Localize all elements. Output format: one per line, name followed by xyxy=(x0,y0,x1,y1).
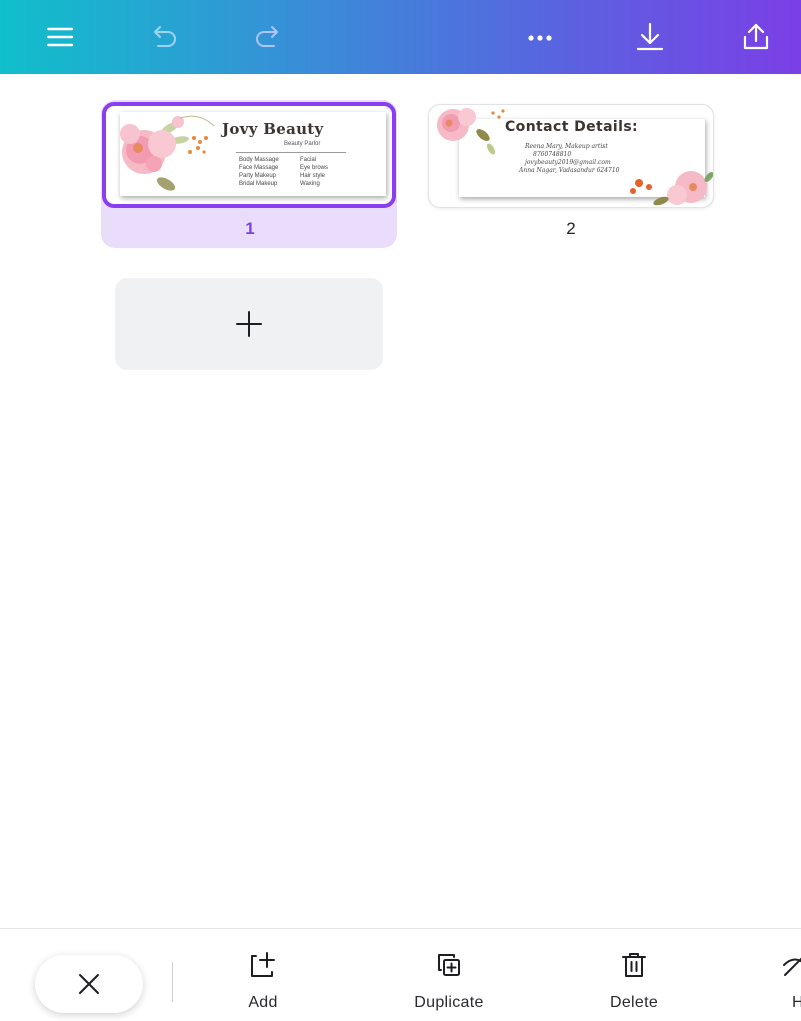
toolbar-separator xyxy=(172,962,173,1002)
service-list-right: Facial Eye brows Hair style Waxing xyxy=(300,156,328,188)
floral-decoration xyxy=(437,108,505,155)
close-icon xyxy=(79,974,99,994)
bottom-divider xyxy=(0,928,801,929)
add-button[interactable]: Add xyxy=(220,950,306,1012)
service-item: Party Makeup xyxy=(239,173,277,179)
card-title: Contact Details: xyxy=(505,119,639,135)
service-item: Eye brows xyxy=(300,165,329,171)
service-list-left: Body Massage Face Massage Party Makeup B… xyxy=(239,156,279,188)
service-item: Body Massage xyxy=(239,157,279,163)
redo-icon[interactable] xyxy=(250,19,286,55)
add-page-button[interactable] xyxy=(115,278,383,370)
service-item: Hair style xyxy=(300,173,326,179)
menu-icon[interactable] xyxy=(42,19,78,55)
add-page-icon xyxy=(251,952,275,977)
service-item: Face Massage xyxy=(239,165,279,171)
card-title: Jovy Beauty xyxy=(222,120,324,138)
top-toolbar xyxy=(0,0,801,74)
share-icon[interactable] xyxy=(738,19,774,55)
delete-button[interactable]: Delete xyxy=(586,950,682,1012)
service-item: Facial xyxy=(300,157,317,163)
close-button[interactable] xyxy=(35,955,143,1013)
floral-decoration xyxy=(120,115,215,191)
card-divider xyxy=(236,152,346,153)
card-contact-line: jovybeauty2019@gmail.com xyxy=(525,159,611,166)
duplicate-label: Duplicate xyxy=(414,994,484,1011)
page-number-2: 2 xyxy=(566,219,576,238)
trash-icon xyxy=(622,953,646,977)
hide-icon xyxy=(783,957,801,976)
plus-icon xyxy=(236,311,262,337)
page-thumbnail-2[interactable]: Contact Details: Reena Mary, Makeup arti… xyxy=(428,104,714,208)
card-contact-line: Reena Mary, Makeup artist xyxy=(525,143,608,150)
delete-label: Delete xyxy=(609,994,659,1011)
add-label: Add xyxy=(248,994,278,1011)
service-item: Bridal Makeup xyxy=(239,181,278,187)
floral-decoration xyxy=(630,171,713,206)
card-contact-line: Anna Nagar, Vadasandur 624710 xyxy=(519,167,620,174)
service-item: Waxing xyxy=(300,181,320,187)
page-number-1: 1 xyxy=(245,219,255,238)
page-thumbnail-1[interactable]: Jovy Beauty Beauty Parlor Body Massage F… xyxy=(102,102,396,208)
more-icon[interactable] xyxy=(522,19,558,55)
hide-button[interactable]: H xyxy=(776,950,801,1012)
download-icon[interactable] xyxy=(632,19,668,55)
undo-icon[interactable] xyxy=(146,19,182,55)
hide-label: H xyxy=(792,994,801,1011)
card-contact-line: 8760748810 xyxy=(533,151,572,158)
duplicate-icon xyxy=(438,954,460,976)
duplicate-button[interactable]: Duplicate xyxy=(388,950,510,1012)
card-subtitle: Beauty Parlor xyxy=(284,141,321,147)
